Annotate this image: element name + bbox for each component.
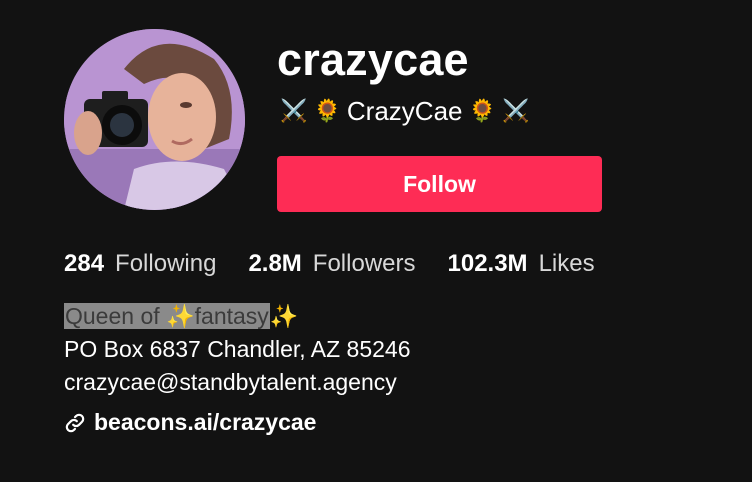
followers-label: Followers <box>312 250 416 277</box>
likes-label: Likes <box>538 250 595 277</box>
profile-link-text: beacons.ai/crazycae <box>94 409 317 435</box>
profile-avatar[interactable] <box>64 29 245 210</box>
follow-button[interactable]: Follow <box>277 156 602 212</box>
profile-nickname-row: ⚔️ 🌻 CrazyCae 🌻 ⚔️ <box>280 94 529 128</box>
bio-address: PO Box 6837 Chandler, AZ 85246 <box>64 336 411 362</box>
bio-email: crazycae@standbytalent.agency <box>64 369 397 395</box>
following-label: Following <box>115 250 217 277</box>
profile-bio: Queen of ✨fantasy✨ PO Box 6837 Chandler,… <box>64 300 411 399</box>
sparkle-emoji: ✨ <box>269 303 299 329</box>
bio-selected-text: Queen of ✨fantasy <box>64 303 270 329</box>
profile-nickname: CrazyCae <box>346 95 463 126</box>
likes-count: 102.3M <box>447 250 528 277</box>
stat-followers[interactable]: 2.8M Followers <box>248 250 415 278</box>
profile-link[interactable]: beacons.ai/crazycae <box>64 409 316 436</box>
stat-likes: 102.3M Likes <box>448 250 595 278</box>
following-count: 284 <box>64 250 105 277</box>
profile-stats: 284 Following 2.8M Followers 102.3M Like… <box>64 250 627 278</box>
profile-username: crazycae <box>277 34 469 85</box>
stat-following[interactable]: 284 Following <box>64 250 216 278</box>
followers-count: 2.8M <box>248 250 302 277</box>
nickname-right-emojis: 🌻 ⚔️ <box>468 98 530 123</box>
link-icon <box>64 412 86 434</box>
bio-line-1: Queen of ✨fantasy✨ <box>64 300 411 333</box>
avatar-photo <box>64 29 245 210</box>
nickname-left-emojis: ⚔️ 🌻 <box>280 98 341 123</box>
